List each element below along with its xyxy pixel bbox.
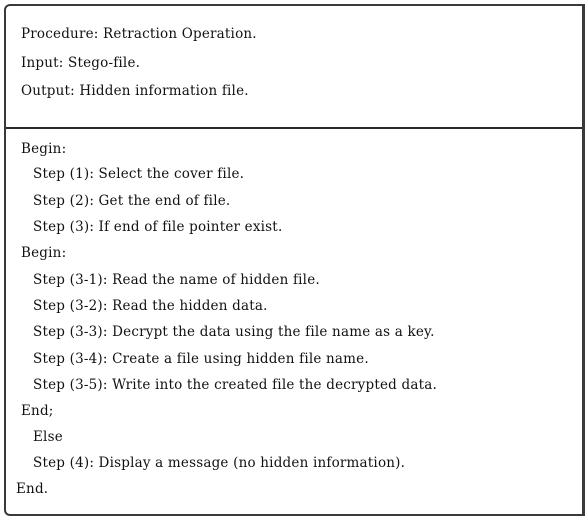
procedure-title: Procedure: Retraction Operation. [21,26,257,42]
step-3-4-line: Step (3-4): Create a file using hidden f… [33,351,369,367]
end-line: End. [16,481,49,497]
algorithm-box: Procedure: Retraction Operation. Input: … [4,4,585,516]
step-3-3-line: Step (3-3): Decrypt the data using the f… [33,324,435,340]
else-line: Else [33,429,63,445]
step-1-line: Step (1): Select the cover file. [33,166,245,182]
step-2-line: Step (2): Get the end of file. [33,193,231,209]
procedure-output: Output: Hidden information file. [21,83,249,99]
step-3-1-line: Step (3-1): Read the name of hidden file… [33,272,320,288]
step-3-line: Step (3): If end of file pointer exist. [33,219,283,235]
begin-line: Begin: [21,141,67,157]
step-4-line: Step (4): Display a message (no hidden i… [33,455,406,471]
procedure-input: Input: Stego-file. [21,55,141,71]
inner-begin-line: Begin: [21,245,67,261]
step-3-2-line: Step (3-2): Read the hidden data. [33,298,268,314]
end-semicolon-line: End; [21,403,54,419]
procedure-header: Procedure: Retraction Operation. Input: … [6,6,582,129]
step-3-5-line: Step (3-5): Write into the created file … [33,377,437,393]
